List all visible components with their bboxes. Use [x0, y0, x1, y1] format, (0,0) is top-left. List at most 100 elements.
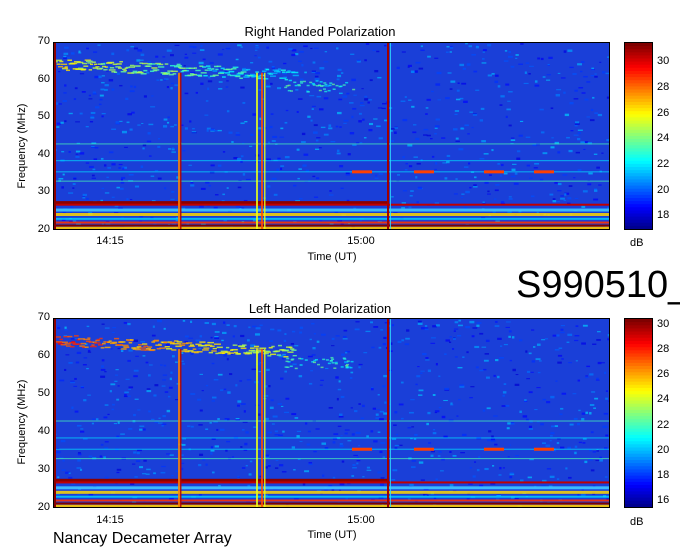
emission-feature — [270, 353, 277, 356]
noise-speckle — [599, 61, 602, 63]
noise-speckle — [240, 122, 245, 125]
noise-speckle — [153, 472, 156, 474]
emission-feature — [102, 342, 106, 345]
noise-speckle — [100, 443, 104, 446]
emission-feature — [171, 70, 178, 73]
noise-speckle — [82, 364, 87, 366]
noise-speckle — [519, 410, 522, 414]
noise-speckle — [542, 398, 547, 401]
noise-speckle — [463, 100, 468, 103]
noise-speckle — [377, 471, 382, 474]
noise-speckle — [315, 139, 319, 142]
noise-speckle — [355, 321, 360, 323]
noise-speckle — [232, 335, 235, 338]
noise-speckle — [245, 465, 248, 467]
noise-speckle — [135, 460, 141, 463]
noise-speckle — [446, 158, 449, 161]
emission-feature — [222, 76, 226, 78]
noise-speckle — [130, 45, 135, 48]
noise-speckle — [104, 192, 110, 194]
noise-speckle — [212, 471, 215, 474]
interference-line — [54, 160, 609, 162]
noise-speckle — [209, 62, 214, 64]
noise-speckle — [405, 163, 408, 165]
noise-speckle — [158, 417, 161, 419]
noise-speckle — [507, 422, 511, 425]
noise-speckle — [181, 124, 184, 126]
noise-speckle — [584, 460, 588, 464]
noise-speckle — [307, 115, 311, 118]
noise-speckle — [210, 336, 213, 339]
noise-speckle — [139, 425, 145, 427]
noise-speckle — [79, 152, 85, 155]
noise-speckle — [127, 113, 133, 116]
noise-speckle — [539, 108, 544, 111]
noise-speckle — [171, 474, 174, 477]
noise-speckle — [418, 67, 424, 70]
noise-speckle — [62, 459, 65, 462]
noise-speckle — [104, 88, 108, 91]
noise-speckle — [92, 93, 97, 95]
noise-speckle — [296, 110, 299, 113]
noise-speckle — [504, 50, 508, 52]
noise-speckle — [162, 56, 166, 58]
noise-speckle — [296, 435, 300, 438]
emission-feature — [150, 70, 155, 73]
noise-speckle — [354, 328, 360, 331]
noise-speckle — [368, 128, 373, 132]
noise-speckle — [235, 384, 238, 387]
emission-feature — [122, 344, 129, 347]
noise-speckle — [453, 128, 458, 131]
noise-speckle — [94, 146, 99, 149]
emission-feature — [110, 67, 115, 69]
noise-speckle — [68, 472, 71, 474]
noise-speckle — [182, 319, 186, 322]
noise-speckle — [202, 58, 206, 61]
noise-speckle — [487, 74, 492, 77]
emission-feature — [82, 62, 88, 65]
noise-speckle — [481, 346, 487, 348]
colorbar-tick-label: 28 — [657, 80, 670, 93]
interference-burst — [414, 447, 434, 451]
noise-speckle — [557, 182, 562, 186]
noise-speckle — [129, 90, 135, 93]
emission-feature — [84, 346, 89, 348]
noise-speckle — [515, 54, 519, 56]
noise-speckle — [583, 148, 586, 151]
emission-feature — [276, 70, 281, 73]
noise-speckle — [59, 379, 65, 382]
noise-speckle — [228, 131, 233, 134]
noise-speckle — [169, 454, 174, 456]
noise-speckle — [254, 49, 258, 51]
emission-feature — [214, 343, 221, 345]
y-tick-label: 40 — [37, 147, 50, 160]
noise-speckle — [291, 446, 296, 449]
noise-speckle — [577, 129, 583, 131]
noise-speckle — [534, 80, 538, 83]
noise-speckle — [502, 391, 507, 394]
panel1-title: Right Handed Polarization — [244, 24, 396, 39]
emission-feature — [202, 66, 207, 68]
noise-speckle — [430, 138, 433, 140]
noise-speckle — [338, 98, 343, 101]
noise-speckle — [577, 63, 582, 66]
emission-feature — [140, 73, 147, 75]
noise-speckle — [207, 87, 210, 91]
noise-speckle — [160, 364, 163, 366]
noise-speckle — [383, 374, 388, 378]
emission-feature — [62, 341, 68, 344]
noise-speckle — [546, 74, 551, 76]
noise-speckle — [184, 127, 188, 130]
noise-speckle — [468, 162, 471, 165]
emission-feature — [231, 348, 238, 351]
noise-speckle — [94, 75, 99, 79]
emission-feature — [64, 66, 68, 68]
noise-speckle — [72, 187, 75, 189]
noise-speckle — [240, 86, 245, 89]
noise-speckle — [312, 61, 316, 64]
noise-speckle — [268, 340, 274, 342]
noise-speckle — [534, 409, 538, 411]
noise-speckle — [568, 362, 572, 364]
noise-speckle — [418, 389, 424, 392]
noise-speckle — [319, 67, 325, 70]
